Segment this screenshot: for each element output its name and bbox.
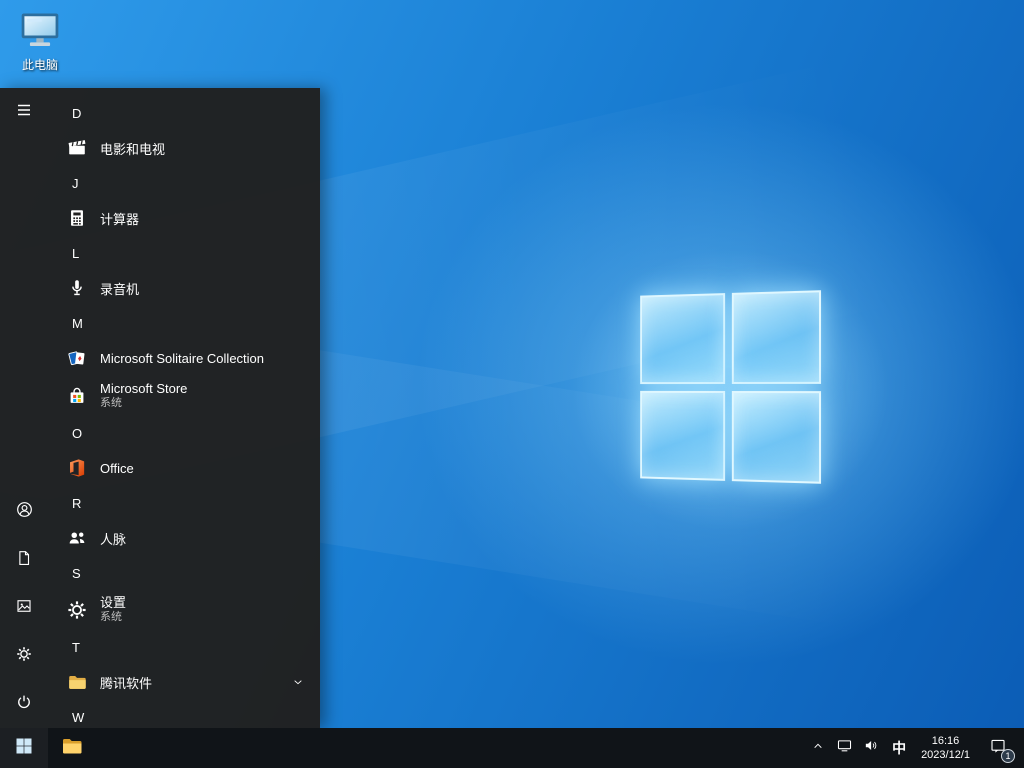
notification-badge: 1 xyxy=(1001,749,1015,763)
desktop-icon-this-pc[interactable]: 此电脑 xyxy=(12,8,68,72)
app-label: 腾讯软件 xyxy=(100,675,153,691)
app-item-people[interactable]: 人脉 xyxy=(48,520,320,556)
section-letter-s[interactable]: S xyxy=(48,556,320,590)
start-app-list: D 电影和电视 J 计算器 L 录音机 M Microsoft Solitair… xyxy=(48,88,320,728)
windows-logo-icon xyxy=(14,736,34,761)
start-button[interactable] xyxy=(0,728,48,768)
start-menu-rail xyxy=(0,88,48,728)
app-item-movies-tv[interactable]: 电影和电视 xyxy=(48,130,320,166)
section-letter-j[interactable]: J xyxy=(48,166,320,200)
desktop-icon-label: 此电脑 xyxy=(21,58,58,72)
app-sublabel: 系统 xyxy=(100,397,122,409)
hamburger-icon xyxy=(15,101,33,124)
app-item-voice-recorder[interactable]: 录音机 xyxy=(48,270,320,306)
windows-logo-pane xyxy=(731,290,822,384)
taskbar-empty-area[interactable] xyxy=(96,728,805,768)
document-icon xyxy=(15,549,33,572)
clock-date: 2023/12/1 xyxy=(921,749,970,761)
store-bag-icon xyxy=(64,383,90,409)
chevron-down-icon[interactable] xyxy=(290,674,306,690)
people-icon xyxy=(64,525,90,551)
windows-logo xyxy=(640,290,822,484)
file-explorer-button[interactable] xyxy=(48,728,96,768)
app-label: 设置 xyxy=(100,595,127,610)
section-letter-d[interactable]: D xyxy=(48,96,320,130)
gear-icon xyxy=(15,645,33,668)
power-button[interactable] xyxy=(0,680,48,728)
action-center-button[interactable]: 1 xyxy=(978,728,1018,768)
power-icon xyxy=(15,693,33,716)
cards-icon xyxy=(64,345,90,371)
movies-tv-icon xyxy=(64,135,90,161)
account-button[interactable] xyxy=(0,488,48,536)
network-button[interactable] xyxy=(831,728,858,768)
clock[interactable]: 16:16 2023/12/1 xyxy=(913,728,978,768)
section-letter-w[interactable]: W xyxy=(48,700,320,728)
system-tray: 中 16:16 2023/12/1 1 xyxy=(805,728,1024,768)
app-label: Office xyxy=(100,460,134,476)
windows-logo-pane xyxy=(640,390,725,481)
section-letter-r[interactable]: R xyxy=(48,486,320,520)
app-sublabel: 系统 xyxy=(100,611,122,623)
app-item-office[interactable]: Office xyxy=(48,450,320,486)
start-menu: D 电影和电视 J 计算器 L 录音机 M Microsoft Solitair… xyxy=(0,88,320,728)
app-label: 录音机 xyxy=(100,281,140,297)
pictures-button[interactable] xyxy=(0,584,48,632)
app-label: Microsoft Solitaire Collection xyxy=(100,350,265,366)
gear-icon xyxy=(64,597,90,623)
folder-icon xyxy=(64,669,90,695)
taskbar: 中 16:16 2023/12/1 1 xyxy=(0,728,1024,768)
app-item-calculator[interactable]: 计算器 xyxy=(48,200,320,236)
volume-button[interactable] xyxy=(858,728,885,768)
app-label: 人脉 xyxy=(100,531,127,547)
app-label: Microsoft Store xyxy=(100,381,188,396)
chevron-up-icon xyxy=(810,738,826,759)
app-label: 计算器 xyxy=(100,211,140,227)
folder-icon xyxy=(60,734,84,763)
network-icon xyxy=(836,737,853,759)
picture-icon xyxy=(15,597,33,620)
show-hidden-icons-button[interactable] xyxy=(805,728,831,768)
section-letter-o[interactable]: O xyxy=(48,416,320,450)
ime-indicator[interactable]: 中 xyxy=(885,728,913,768)
office-icon xyxy=(64,455,90,481)
computer-monitor-icon xyxy=(18,13,62,56)
windows-logo-pane xyxy=(640,293,725,384)
section-letter-m[interactable]: M xyxy=(48,306,320,340)
user-icon xyxy=(15,500,34,524)
expand-menu-button[interactable] xyxy=(0,88,48,136)
app-item-settings[interactable]: 设置 系统 xyxy=(48,590,320,630)
clock-time: 16:16 xyxy=(931,735,960,747)
windows-logo-pane xyxy=(731,390,822,484)
app-label: 电影和电视 xyxy=(100,141,166,157)
calculator-icon xyxy=(64,205,90,231)
settings-button[interactable] xyxy=(0,632,48,680)
app-item-solitaire[interactable]: Microsoft Solitaire Collection xyxy=(48,340,320,376)
microphone-icon xyxy=(64,275,90,301)
section-letter-t[interactable]: T xyxy=(48,630,320,664)
app-item-tencent-folder[interactable]: 腾讯软件 xyxy=(48,664,320,700)
documents-button[interactable] xyxy=(0,536,48,584)
speaker-icon xyxy=(863,737,880,759)
section-letter-l[interactable]: L xyxy=(48,236,320,270)
app-item-microsoft-store[interactable]: Microsoft Store 系统 xyxy=(48,376,320,416)
